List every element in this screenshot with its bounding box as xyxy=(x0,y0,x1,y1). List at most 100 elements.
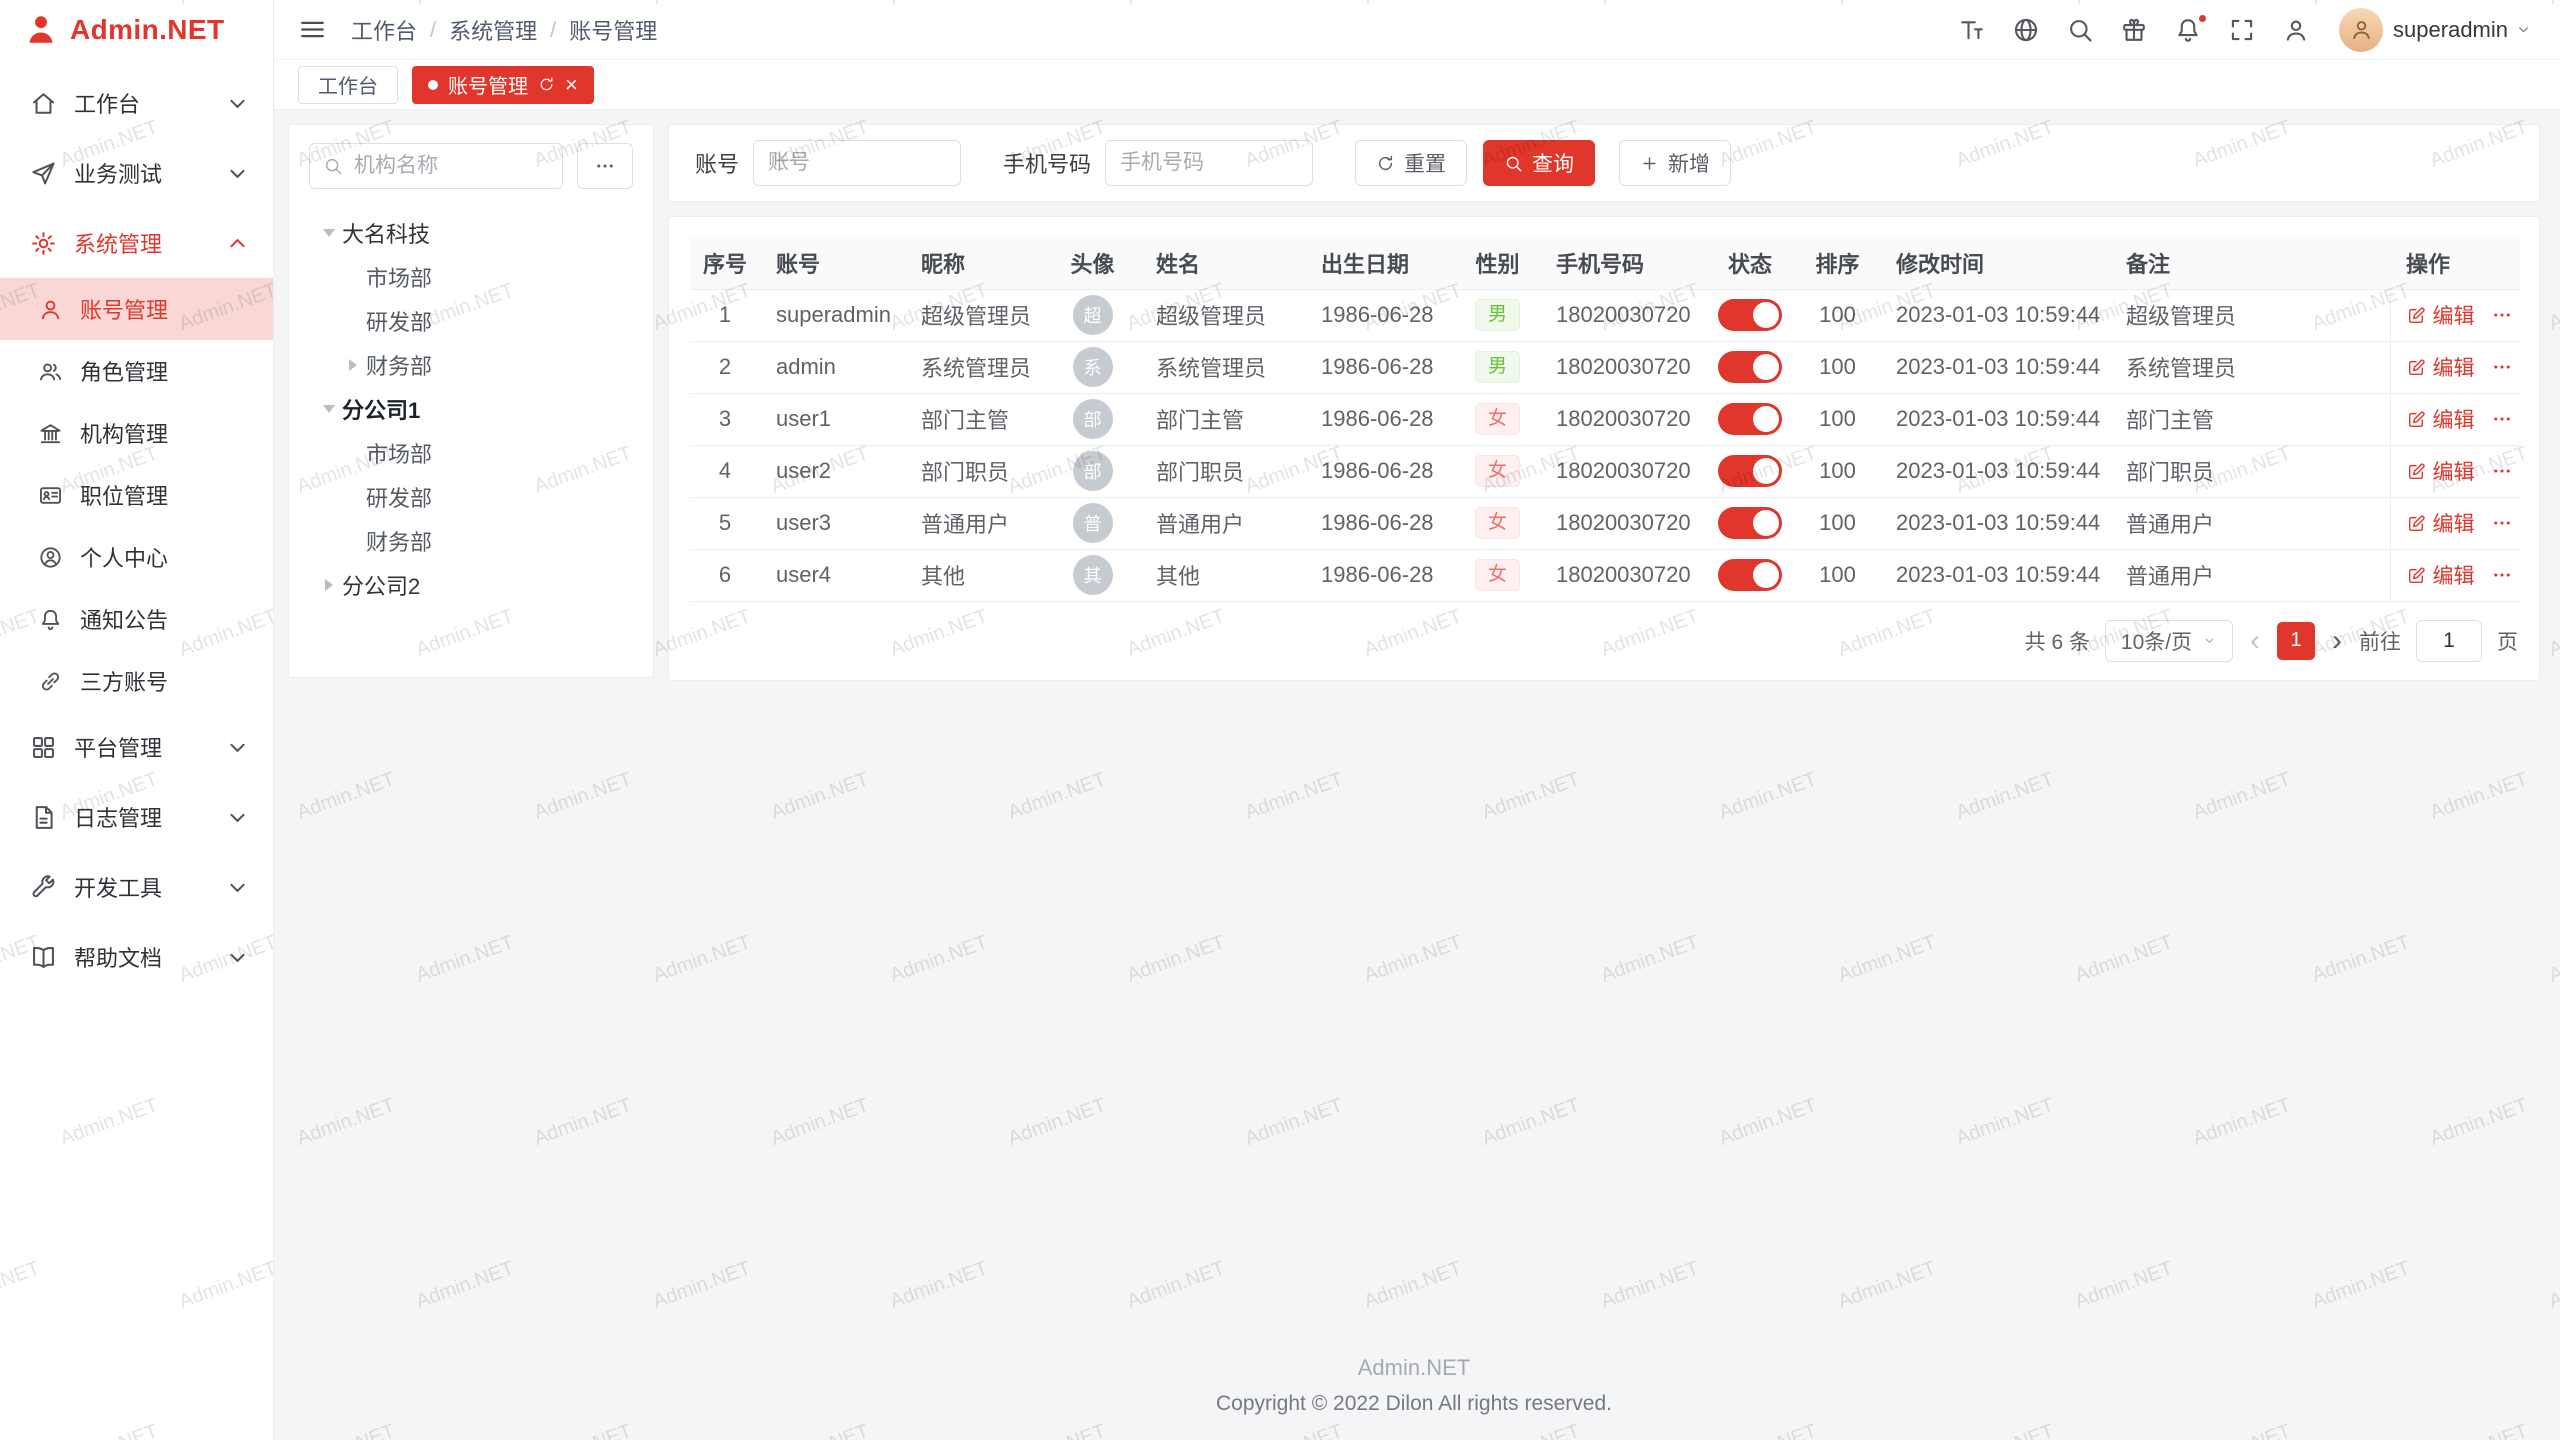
doc-icon xyxy=(30,804,57,831)
breadcrumb-item[interactable]: 账号管理 xyxy=(569,14,657,46)
sidebar-subitem[interactable]: 账号管理 xyxy=(0,278,273,340)
search-icon-button[interactable] xyxy=(2053,16,2107,44)
org-search-input[interactable] xyxy=(352,153,549,179)
current-page-button[interactable]: 1 xyxy=(2277,622,2315,660)
caret-icon[interactable] xyxy=(315,405,342,413)
goto-page-input[interactable] xyxy=(2416,620,2482,662)
row-more-button[interactable] xyxy=(2491,356,2513,378)
status-toggle[interactable] xyxy=(1718,351,1782,383)
home-icon xyxy=(30,90,57,117)
edit-button[interactable]: 编辑 xyxy=(2407,352,2475,382)
cell-nickname: 普通用户 xyxy=(905,497,1045,549)
row-more-button[interactable] xyxy=(2491,304,2513,326)
prev-page-button[interactable]: ‹ xyxy=(2248,626,2262,656)
chevron-down-icon xyxy=(224,160,251,187)
edit-button[interactable]: 编辑 xyxy=(2407,508,2475,538)
profile-icon-button[interactable] xyxy=(2269,16,2323,44)
tree-node[interactable]: 市场部 xyxy=(309,255,633,299)
pagination-total: 共 6 条 xyxy=(2025,626,2090,656)
menu-collapse-icon[interactable] xyxy=(298,15,327,44)
sidebar-subitem[interactable]: 个人中心 xyxy=(0,526,273,588)
sidebar-item[interactable]: 日志管理 xyxy=(0,782,273,852)
breadcrumb-item[interactable]: 系统管理 xyxy=(449,14,537,46)
phone-input[interactable] xyxy=(1105,140,1313,186)
avatar: 超 xyxy=(1073,295,1113,335)
caret-icon[interactable] xyxy=(315,229,342,237)
column-header-nickname: 昵称 xyxy=(905,237,1045,289)
status-toggle[interactable] xyxy=(1718,403,1782,435)
username[interactable]: superadmin xyxy=(2393,17,2508,43)
edit-button[interactable]: 编辑 xyxy=(2407,404,2475,434)
sidebar-item[interactable]: 系统管理 xyxy=(0,208,273,278)
chevron-down-icon xyxy=(224,944,251,971)
status-toggle[interactable] xyxy=(1718,299,1782,331)
tab-close-icon[interactable]: × xyxy=(565,74,578,96)
theme-icon-button[interactable] xyxy=(2107,16,2161,44)
tree-node-label: 研发部 xyxy=(366,481,432,513)
app-logo[interactable]: Admin.NET xyxy=(0,0,273,60)
cell-gender: 男 xyxy=(1455,289,1540,341)
next-page-button[interactable]: › xyxy=(2330,626,2344,656)
idcard-icon xyxy=(38,483,63,508)
tree-node[interactable]: 财务部 xyxy=(309,343,633,387)
status-toggle[interactable] xyxy=(1718,455,1782,487)
cell-remark: 部门主管 xyxy=(2110,393,2390,445)
edit-button[interactable]: 编辑 xyxy=(2407,456,2475,486)
row-more-button[interactable] xyxy=(2491,564,2513,586)
language-icon-button[interactable] xyxy=(1999,16,2053,44)
sidebar-subitem-label: 角色管理 xyxy=(80,355,251,387)
tree-node[interactable]: 财务部 xyxy=(309,519,633,563)
tree-node[interactable]: 研发部 xyxy=(309,299,633,343)
more-icon xyxy=(2491,564,2513,586)
cell-sort: 100 xyxy=(1795,341,1880,393)
fullscreen-icon-button[interactable] xyxy=(2215,16,2269,44)
caret-icon[interactable] xyxy=(339,359,366,371)
sidebar-item[interactable]: 开发工具 xyxy=(0,852,273,922)
tree-node[interactable]: 大名科技 xyxy=(309,211,633,255)
tree-more-button[interactable] xyxy=(577,143,633,189)
sidebar-subitem[interactable]: 三方账号 xyxy=(0,650,273,712)
reset-button[interactable]: 重置 xyxy=(1355,140,1467,186)
sidebar-item[interactable]: 平台管理 xyxy=(0,712,273,782)
cell-account: user4 xyxy=(760,549,905,601)
page-size-select[interactable]: 10条/页 xyxy=(2105,620,2233,662)
tree-node-label: 市场部 xyxy=(366,261,432,293)
sidebar-subitem[interactable]: 机构管理 xyxy=(0,402,273,464)
fontsize-icon-button[interactable] xyxy=(1945,16,1999,44)
tree-node[interactable]: 分公司2 xyxy=(309,563,633,607)
sidebar-subitem[interactable]: 角色管理 xyxy=(0,340,273,402)
account-input[interactable] xyxy=(753,140,961,186)
cell-phone: 18020030720 xyxy=(1540,341,1705,393)
tree-node[interactable]: 研发部 xyxy=(309,475,633,519)
tree-node[interactable]: 市场部 xyxy=(309,431,633,475)
row-more-button[interactable] xyxy=(2491,408,2513,430)
user-avatar[interactable] xyxy=(2339,8,2383,52)
edit-button[interactable]: 编辑 xyxy=(2407,560,2475,590)
status-toggle[interactable] xyxy=(1718,507,1782,539)
notification-icon-button[interactable] xyxy=(2161,16,2215,44)
tree-node-label: 市场部 xyxy=(366,437,432,469)
cell-gender: 女 xyxy=(1455,549,1540,601)
cell-gender: 女 xyxy=(1455,497,1540,549)
caret-icon[interactable] xyxy=(315,579,342,591)
sidebar-subitem[interactable]: 职位管理 xyxy=(0,464,273,526)
add-button[interactable]: 新增 xyxy=(1619,140,1731,186)
cell-no: 1 xyxy=(690,289,760,341)
status-toggle[interactable] xyxy=(1718,559,1782,591)
tab-active[interactable]: 账号管理× xyxy=(412,66,594,104)
breadcrumb: 工作台/系统管理/账号管理 xyxy=(351,14,657,46)
row-more-button[interactable] xyxy=(2491,512,2513,534)
tab[interactable]: 工作台 xyxy=(298,66,398,104)
row-more-button[interactable] xyxy=(2491,460,2513,482)
sidebar-item[interactable]: 业务测试 xyxy=(0,138,273,208)
avatar: 部 xyxy=(1073,451,1113,491)
tree-node[interactable]: 分公司1 xyxy=(309,387,633,431)
breadcrumb-item[interactable]: 工作台 xyxy=(351,14,417,46)
sidebar-menu: 工作台业务测试系统管理账号管理角色管理机构管理职位管理个人中心通知公告三方账号平… xyxy=(0,60,273,1440)
sidebar-item[interactable]: 帮助文档 xyxy=(0,922,273,992)
query-button[interactable]: 查询 xyxy=(1483,140,1595,186)
sidebar-subitem[interactable]: 通知公告 xyxy=(0,588,273,650)
tab-label: 工作台 xyxy=(318,70,378,99)
sidebar-item[interactable]: 工作台 xyxy=(0,68,273,138)
edit-button[interactable]: 编辑 xyxy=(2407,300,2475,330)
